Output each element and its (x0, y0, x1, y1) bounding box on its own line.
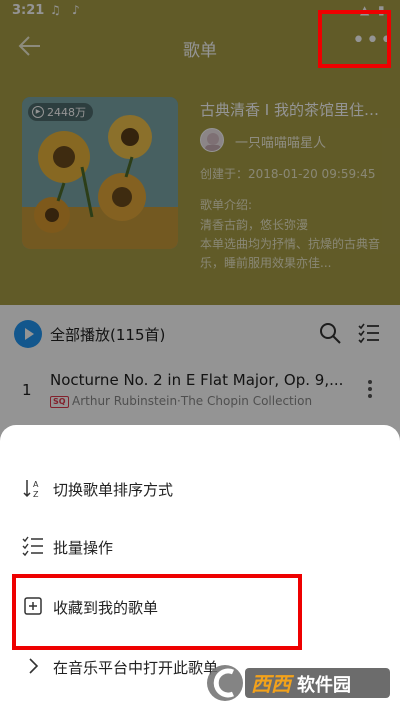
site-watermark: 西西 软件园 CR173.com (207, 665, 390, 706)
svg-text:软件园: 软件园 (297, 674, 351, 696)
svg-text:西西: 西西 (251, 672, 295, 696)
chevron-right-icon (29, 658, 39, 674)
highlight-box-collect (12, 574, 302, 650)
svg-text:CR173.com: CR173.com (333, 697, 379, 706)
menu-label: 在音乐平台中打开此歌单 (53, 659, 219, 677)
svg-text:Z: Z (33, 490, 39, 499)
menu-label: 批量操作 (53, 539, 114, 557)
menu-label: 切换歌单排序方式 (53, 481, 174, 499)
svg-text:A: A (33, 480, 39, 489)
checklist-icon (22, 536, 43, 557)
highlight-box-more (318, 10, 391, 68)
sort-az-icon: A Z (23, 480, 39, 499)
menu-item-batch[interactable]: 批量操作 (0, 517, 400, 575)
menu-item-sort[interactable]: A Z 切换歌单排序方式 (0, 459, 400, 517)
